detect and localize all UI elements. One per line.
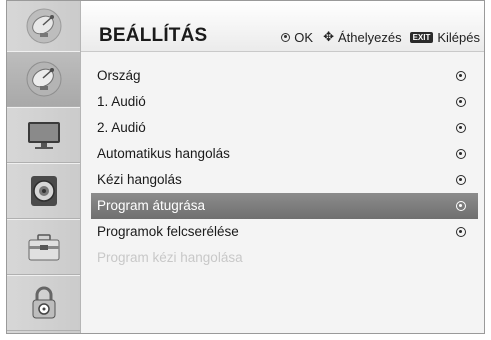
menu-item-auto-tuning[interactable]: Automatikus hangolás <box>81 141 484 167</box>
hint-exit-label: Kilépés <box>437 29 480 45</box>
sidebar-item-picture[interactable] <box>7 107 80 163</box>
settings-window: BEÁLLÍTÁS OK ✥ Áthelyezés EXIT Kilépés O… <box>6 0 485 334</box>
satellite-dish-icon <box>26 61 61 97</box>
radio-indicator-icon <box>456 227 466 237</box>
menu-item-program-swap[interactable]: Programok felcserélése <box>81 219 484 245</box>
sidebar-item-channel[interactable] <box>7 51 80 107</box>
menu-item-audio-1[interactable]: 1. Audió <box>81 89 484 115</box>
hint-move-label: Áthelyezés <box>337 29 402 45</box>
menu-list: Ország 1. Audió 2. Audió Automatikus han… <box>81 63 484 271</box>
toolbox-icon <box>28 234 59 261</box>
menu-item-program-fine-tuning: Program kézi hangolása <box>81 245 484 271</box>
menu-item-label: Ország <box>97 68 141 83</box>
menu-item-label: 1. Audió <box>97 94 146 109</box>
menu-item-label: Kézi hangolás <box>97 172 182 187</box>
menu-item-label: Program átugrása <box>97 198 206 213</box>
move-arrows-icon: ✥ <box>323 29 334 44</box>
ok-button-icon <box>281 32 291 42</box>
menu-item-label: Automatikus hangolás <box>97 146 230 161</box>
radio-indicator-icon <box>456 97 466 107</box>
radio-indicator-icon <box>456 71 466 81</box>
tv-monitor-icon <box>27 122 60 149</box>
menu-item-program-skip[interactable]: Program átugrása <box>91 193 478 219</box>
satellite-dish-icon <box>26 8 61 44</box>
menu-header: BEÁLLÍTÁS OK ✥ Áthelyezés EXIT Kilépés <box>81 1 484 52</box>
exit-key-icon: EXIT <box>409 31 434 43</box>
menu-item-audio-2[interactable]: 2. Audió <box>81 115 484 141</box>
sidebar-item-tools[interactable] <box>7 219 80 275</box>
radio-indicator-icon <box>456 175 466 185</box>
key-hints: OK ✥ Áthelyezés EXIT Kilépés <box>281 29 480 45</box>
menu-item-manual-tuning[interactable]: Kézi hangolás <box>81 167 484 193</box>
sidebar-item-lock[interactable] <box>7 275 80 331</box>
menu-item-label: 2. Audió <box>97 120 146 135</box>
menu-item-label: Programok felcserélése <box>97 224 239 239</box>
category-sidebar <box>7 1 81 333</box>
menu-item-label: Program kézi hangolása <box>97 250 243 265</box>
radio-indicator-icon <box>456 201 466 211</box>
radio-indicator-icon <box>456 149 466 159</box>
padlock-icon <box>32 286 55 319</box>
hint-ok-label: OK <box>294 29 314 45</box>
radio-indicator-icon <box>456 123 466 133</box>
page-title: BEÁLLÍTÁS <box>99 25 208 46</box>
sidebar-item-sound[interactable] <box>7 163 80 219</box>
sidebar-header <box>7 1 80 51</box>
speaker-icon <box>30 176 57 206</box>
menu-item-country[interactable]: Ország <box>81 63 484 89</box>
